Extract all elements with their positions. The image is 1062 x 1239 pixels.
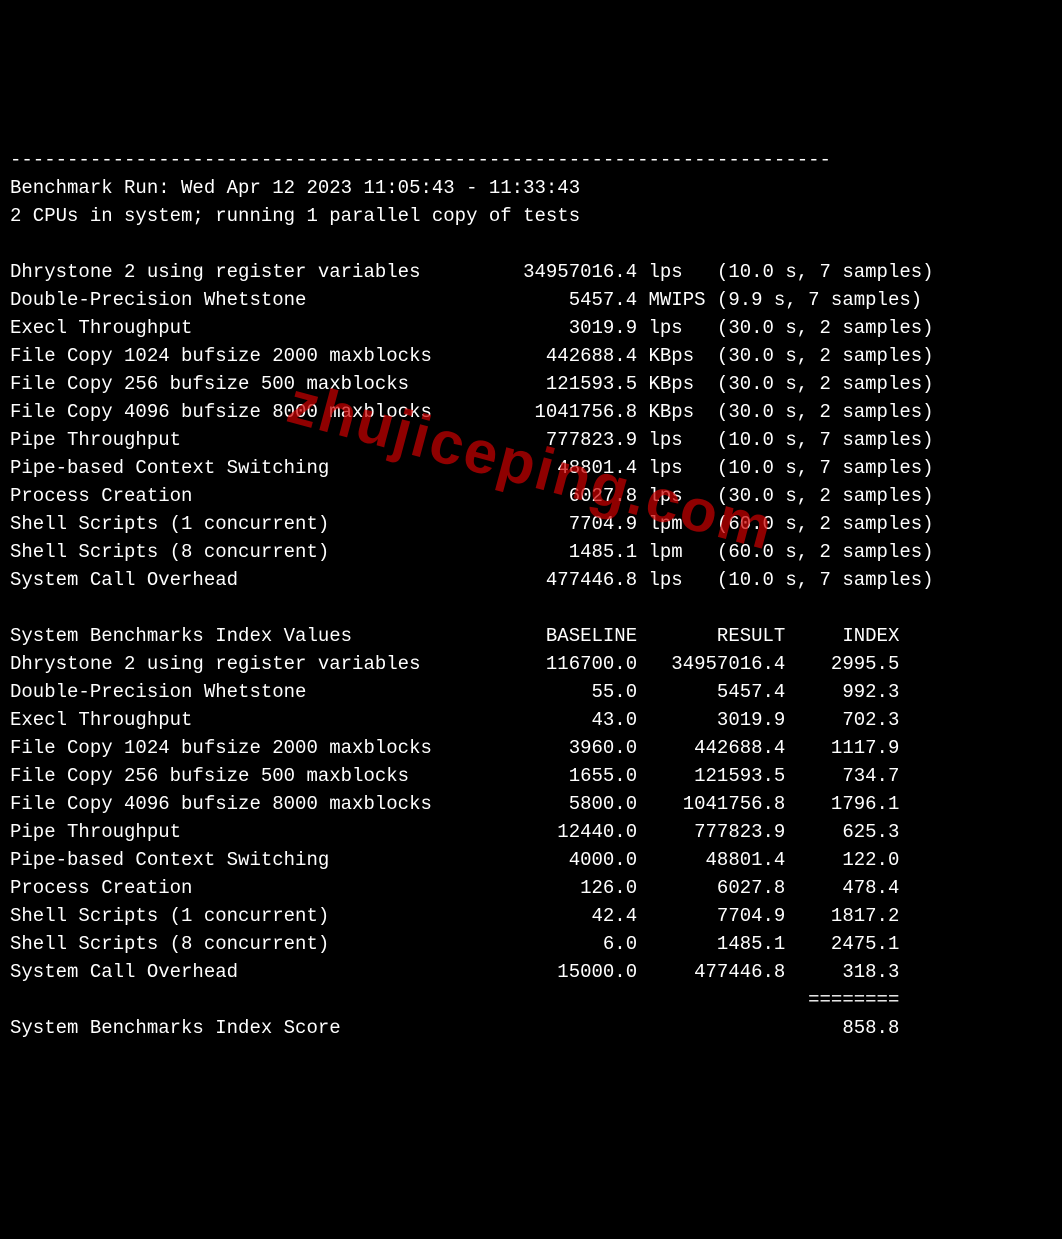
terminal-output: ----------------------------------------… [0,140,1062,1071]
